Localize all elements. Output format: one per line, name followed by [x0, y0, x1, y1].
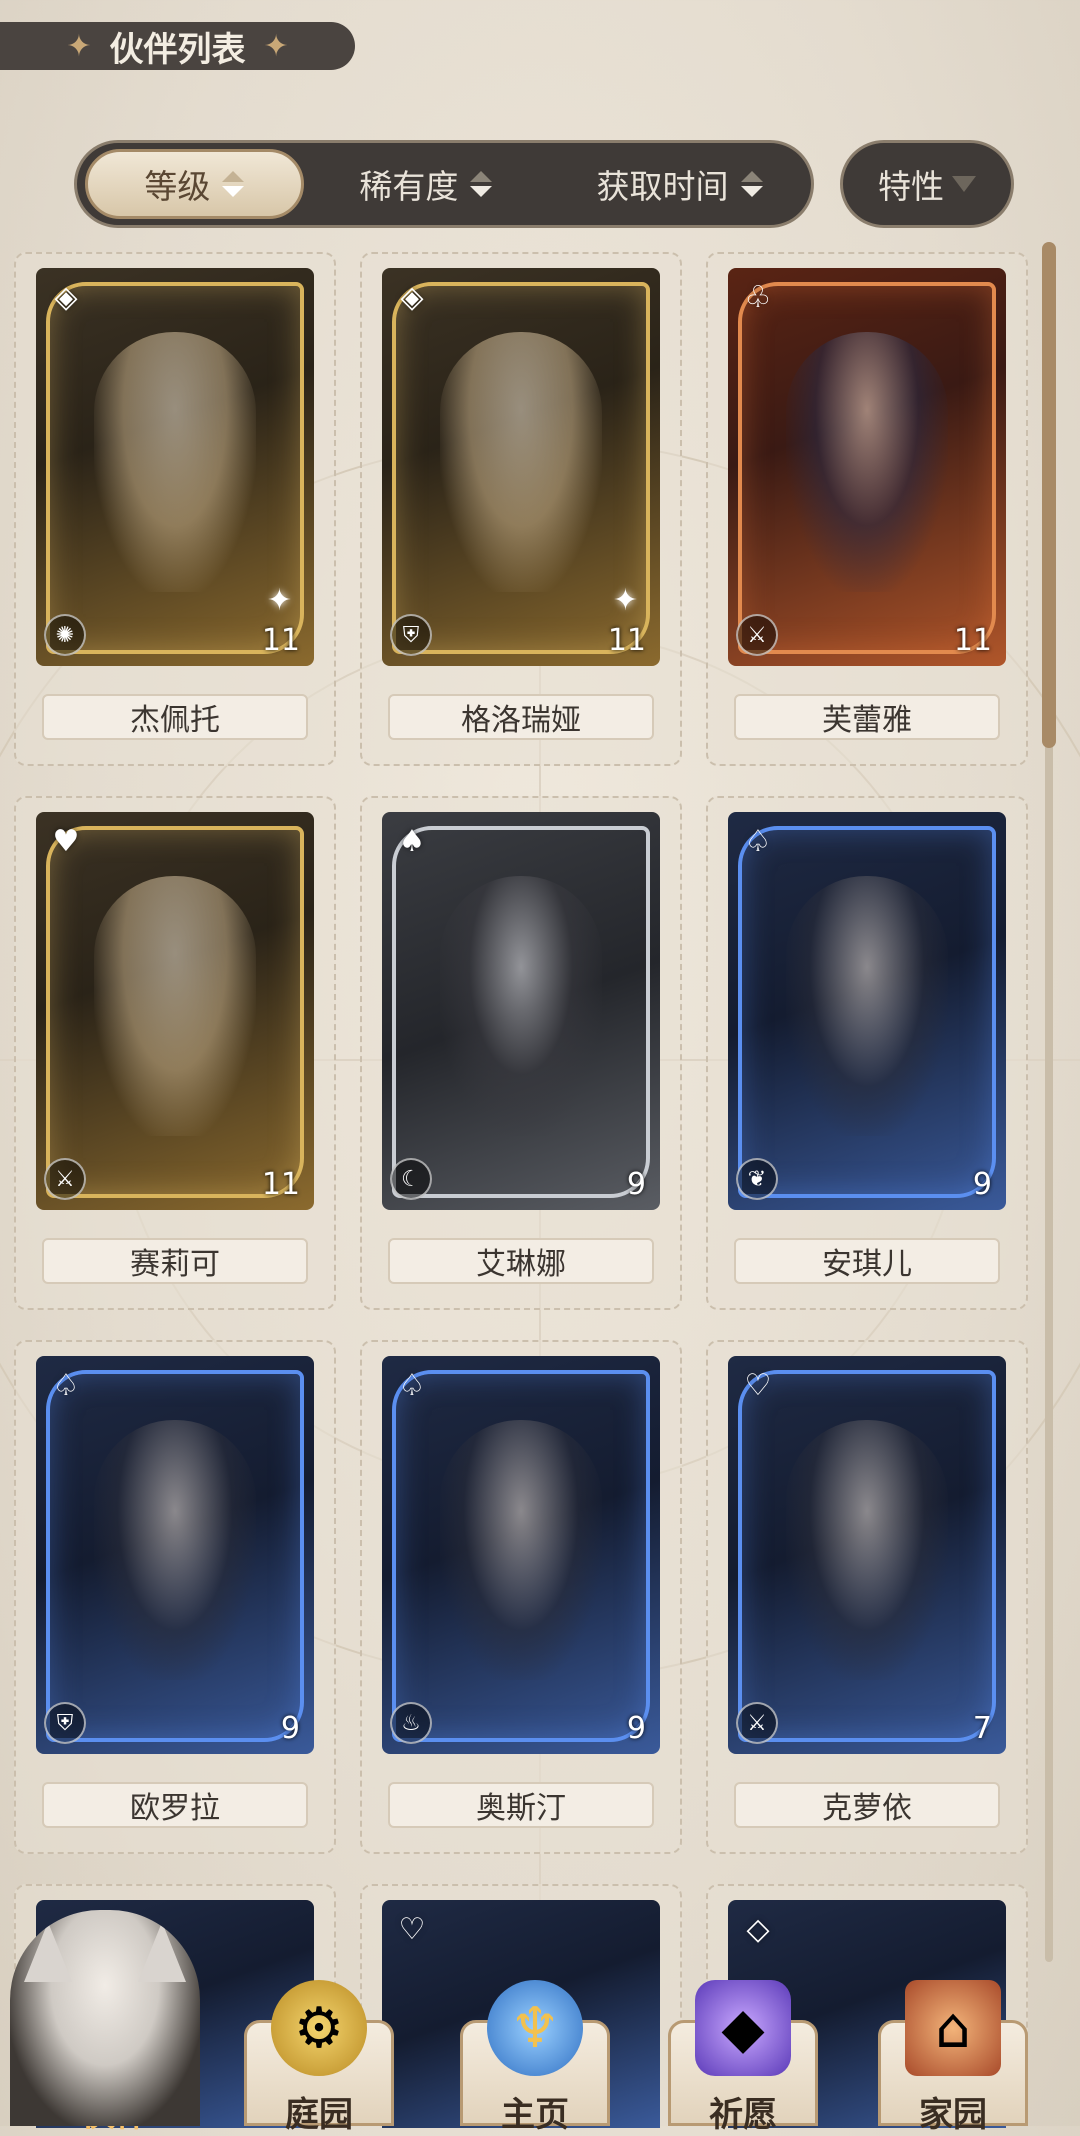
partner-level: 11 — [607, 623, 646, 658]
partner-portrait: ◈ ⛨ ✦ 11 — [382, 268, 660, 666]
sort-label: 获取时间 — [596, 167, 729, 206]
sword-class-icon: ⚔ — [736, 1702, 778, 1744]
spade-rank-icon: ♤ — [52, 1368, 80, 1403]
sword-class-icon: ⚔ — [736, 614, 778, 656]
partner-card[interactable]: ♠ ☾ 9 艾琳娜 — [360, 796, 682, 1310]
sort-arrows-icon — [470, 171, 493, 197]
swirl-class-icon: ✺ — [44, 614, 86, 656]
spade-rank-icon: ♤ — [398, 1368, 426, 1403]
sort-bar: 等级 稀有度 获取时间 — [74, 140, 814, 228]
partner-name: 格洛瑞娅 — [388, 694, 654, 740]
partner-portrait: ♡ ⚔ 7 — [728, 1356, 1006, 1754]
partner-portrait: ♥ ⚔ 11 — [36, 812, 314, 1210]
partner-name: 欧罗拉 — [42, 1782, 308, 1828]
partner-name: 奥斯汀 — [388, 1782, 654, 1828]
shield-class-icon: ⛨ — [44, 1702, 86, 1744]
sort-by-rarity-button[interactable]: 稀有度 — [304, 149, 548, 219]
ornament-icon: ✦ — [263, 28, 289, 64]
scrollbar-thumb[interactable] — [1042, 242, 1056, 748]
nav-home[interactable]: ♆ 主页 — [460, 1980, 610, 2135]
partner-portrait: ♤ ❦ 9 — [728, 812, 1006, 1210]
partner-portrait: ♧ ⚔ 11 — [728, 268, 1006, 666]
nav-label: 主页 — [501, 2095, 569, 2135]
page-title-bar: ✦ 伙伴列表 ✦ — [0, 22, 355, 70]
partner-name: 赛莉可 — [42, 1238, 308, 1284]
partner-level: 7 — [972, 1711, 992, 1746]
partner-name: 芙蕾雅 — [734, 694, 1000, 740]
nav-label: 家园 — [919, 2095, 987, 2135]
partner-name: 艾琳娜 — [388, 1238, 654, 1284]
partner-level: 9 — [280, 1711, 300, 1746]
ornament-icon: ✦ — [66, 28, 92, 64]
partner-card[interactable]: ♧ ⚔ 11 芙蕾雅 — [706, 252, 1028, 766]
sparkle-icon: ✦ — [266, 583, 292, 618]
partner-portrait: ♤ ♨ 9 — [382, 1356, 660, 1754]
sort-arrows-icon — [740, 171, 763, 197]
nav-wish[interactable]: ◆ 祈愿 — [668, 1980, 818, 2135]
sword-class-icon: ⚔ — [44, 1158, 86, 1200]
partner-name: 克萝依 — [734, 1782, 1000, 1828]
diamond-rank-icon: ◈ — [400, 280, 424, 315]
partner-name: 杰佩托 — [42, 694, 308, 740]
filter-icon — [952, 176, 976, 192]
partner-level: 11 — [261, 623, 300, 658]
house-emblem-icon: ⌂ — [905, 1980, 1001, 2076]
crystal-emblem-icon: ◆ — [695, 1980, 791, 2076]
diamond-rank-icon: ◈ — [54, 280, 78, 315]
partner-card[interactable]: ♤ ⛨ 9 欧罗拉 — [14, 1340, 336, 1854]
sort-by-level-button[interactable]: 等级 — [85, 149, 304, 219]
leaf-class-icon: ❦ — [736, 1158, 778, 1200]
nav-homeland[interactable]: ⌂ 家园 — [878, 1980, 1028, 2135]
page-title: 伙伴列表 — [109, 29, 246, 70]
flame-class-icon: ♨ — [390, 1702, 432, 1744]
nav-garden[interactable]: ⚙ 庭园 — [244, 1980, 394, 2135]
partner-portrait: ♤ ⛨ 9 — [36, 1356, 314, 1754]
moon-class-icon: ☾ — [390, 1158, 432, 1200]
spade-rank-icon: ♠ — [398, 824, 426, 859]
trait-filter-button[interactable]: 特性 — [840, 140, 1014, 228]
partner-level: 9 — [972, 1167, 992, 1202]
compass-emblem-icon: ⚙ — [271, 1980, 367, 2076]
sort-by-time-button[interactable]: 获取时间 — [548, 149, 811, 219]
nav-label: 祈愿 — [709, 2095, 777, 2135]
sort-arrows-icon — [222, 171, 245, 197]
partner-avatar[interactable] — [10, 1910, 200, 2126]
partner-card[interactable]: ◈ ✺ ✦ 11 杰佩托 — [14, 252, 336, 766]
heart-rank-icon: ♥ — [52, 824, 80, 859]
partner-level: 9 — [626, 1167, 646, 1202]
shield-class-icon: ⛨ — [390, 614, 432, 656]
crest-emblem-icon: ♆ — [487, 1980, 583, 2076]
partner-card[interactable]: ♤ ♨ 9 奥斯汀 — [360, 1340, 682, 1854]
spade-rank-icon: ♤ — [744, 824, 772, 859]
nav-label: 庭园 — [285, 2095, 353, 2135]
sort-label: 等级 — [144, 167, 211, 206]
partner-card[interactable]: ♡ ⚔ 7 克萝依 — [706, 1340, 1028, 1854]
sort-label: 稀有度 — [359, 167, 459, 206]
partner-level: 9 — [626, 1711, 646, 1746]
sparkle-icon: ✦ — [612, 583, 638, 618]
trait-label: 特性 — [878, 167, 944, 206]
partner-name: 安琪儿 — [734, 1238, 1000, 1284]
heart-rank-icon: ♡ — [744, 1368, 772, 1403]
partner-portrait: ◈ ✺ ✦ 11 — [36, 268, 314, 666]
bottom-nav: 伙伴 ⚙ 庭园 ♆ 主页 ◆ 祈愿 ⌂ 家园 — [0, 1910, 1080, 2135]
partner-portrait: ♠ ☾ 9 — [382, 812, 660, 1210]
partner-level: 11 — [261, 1167, 300, 1202]
partner-card[interactable]: ♤ ❦ 9 安琪儿 — [706, 796, 1028, 1310]
partner-card[interactable]: ♥ ⚔ 11 赛莉可 — [14, 796, 336, 1310]
partner-card[interactable]: ◈ ⛨ ✦ 11 格洛瑞娅 — [360, 252, 682, 766]
club-rank-icon: ♧ — [744, 280, 772, 315]
partner-level: 11 — [953, 623, 992, 658]
